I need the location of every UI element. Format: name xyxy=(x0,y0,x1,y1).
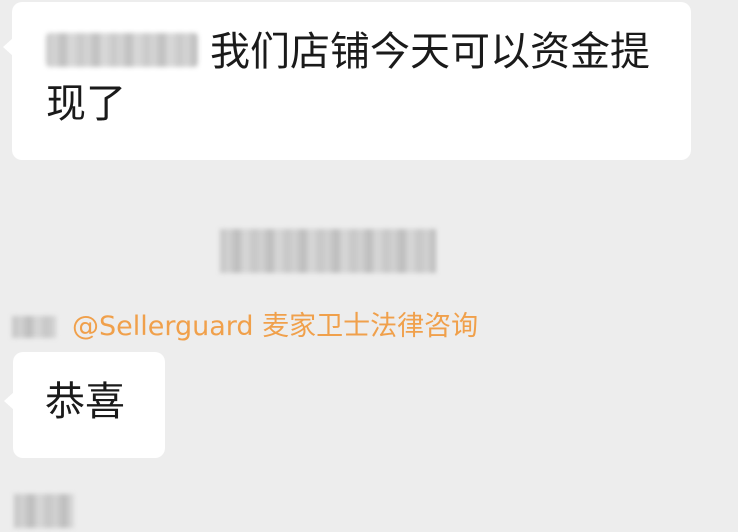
mention-text[interactable]: @Sellerguard 麦家卫士法律咨询 xyxy=(72,309,478,345)
message-bubble[interactable]: 我们店铺今天可以资金提现了 xyxy=(3,2,691,160)
message-text: 恭喜 xyxy=(45,379,125,425)
blurred-timestamp xyxy=(220,229,436,273)
message-bubble[interactable]: 恭喜 xyxy=(4,352,165,458)
blurred-sender-name xyxy=(14,494,74,528)
blurred-mention xyxy=(46,33,198,67)
blurred-sender-name xyxy=(12,316,56,338)
